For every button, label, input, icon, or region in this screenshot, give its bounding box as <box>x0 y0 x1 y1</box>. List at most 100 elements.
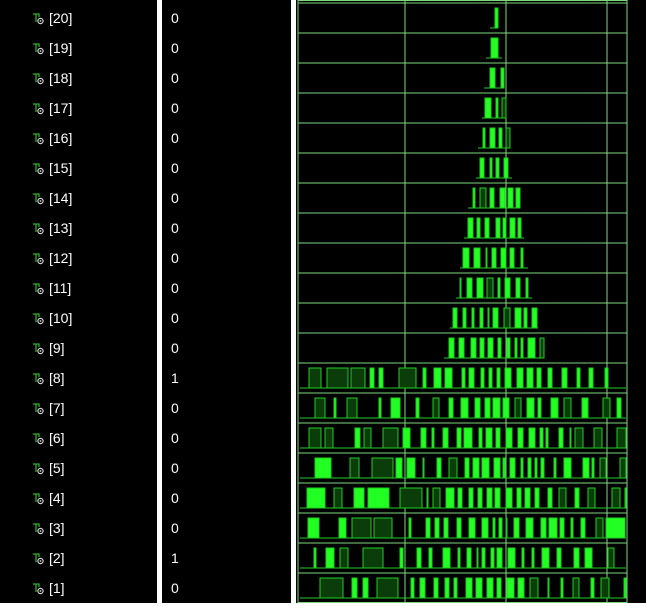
signal-value-row: 0 <box>162 33 179 63</box>
waveform-canvas[interactable] <box>296 0 628 603</box>
signal-pulse <box>442 547 451 569</box>
signal-row[interactable]: [12] <box>0 243 72 273</box>
signal-pulse <box>547 367 553 389</box>
signal-row[interactable]: [14] <box>0 183 72 213</box>
signal-name: [10] <box>49 310 73 326</box>
signal-pulse <box>502 397 510 419</box>
signal-pulse <box>484 217 490 239</box>
signal-name: [6] <box>49 430 65 446</box>
signal-name: [12] <box>49 250 73 266</box>
wire-signal-icon <box>32 11 46 25</box>
wire-signal-icon <box>32 281 46 295</box>
signal-value-row: 0 <box>162 333 179 363</box>
signal-value-row: 0 <box>162 153 179 183</box>
signal-pulse <box>558 427 564 449</box>
signal-pulse <box>319 577 344 599</box>
signal-value: 0 <box>171 400 179 416</box>
wire-signal-icon <box>32 521 46 535</box>
signal-name: [16] <box>49 130 73 146</box>
signal-values-panel: 0 0 0 0 0 0 0 0 0 0 0 0 1 0 0 0 0 0 1 0 <box>162 0 291 603</box>
wire-signal-icon <box>32 341 46 355</box>
signal-pulse <box>531 547 535 569</box>
signal-pulse <box>502 217 507 239</box>
signal-value: 0 <box>171 70 179 86</box>
signal-row[interactable]: [7] <box>0 393 65 423</box>
signal-pulse <box>314 457 332 479</box>
signal-pulse <box>314 397 326 419</box>
signal-pulse <box>479 307 484 329</box>
signal-value-row: 0 <box>162 213 179 243</box>
signal-row[interactable]: [8] <box>0 363 65 393</box>
wire-signal-icon <box>32 311 46 325</box>
signal-value: 0 <box>171 160 179 176</box>
signal-pulse <box>475 577 483 599</box>
signal-value-row: 0 <box>162 513 179 543</box>
wire-signal-icon <box>32 551 46 565</box>
signal-pulse <box>572 577 580 599</box>
signal-value: 0 <box>171 310 179 326</box>
signal-name: [4] <box>49 490 65 506</box>
signal-row[interactable]: [6] <box>0 423 65 453</box>
signal-pulse <box>494 487 501 509</box>
signal-pulse <box>382 427 399 449</box>
signal-pulse <box>547 577 550 599</box>
signal-row[interactable]: [11] <box>0 273 71 303</box>
signal-row[interactable]: [2] <box>0 543 65 573</box>
signal-pulse <box>422 367 427 389</box>
signal-value-row: 0 <box>162 93 179 123</box>
signal-pulse <box>516 487 522 509</box>
signal-pulse <box>308 427 322 449</box>
signal-pulse <box>534 457 538 479</box>
wire-signal-icon <box>32 251 46 265</box>
signal-pulse <box>563 457 572 479</box>
signal-pulse <box>495 217 501 239</box>
signal-value: 0 <box>171 250 179 266</box>
signal-pulse <box>503 307 511 329</box>
signal-pulse <box>485 247 488 269</box>
signal-pulse <box>486 487 493 509</box>
signal-pulse <box>495 427 501 449</box>
signal-pulse <box>350 367 366 389</box>
signal-pulse <box>395 457 403 479</box>
signal-pulse <box>574 487 580 509</box>
signal-name: [19] <box>49 40 73 56</box>
signal-row[interactable]: [9] <box>0 333 65 363</box>
signal-row[interactable]: [20] <box>0 3 72 33</box>
signal-pulse <box>498 517 503 539</box>
signal-pulse <box>448 457 458 479</box>
signal-pulse <box>482 127 486 149</box>
signal-pulse <box>362 547 384 569</box>
signal-row[interactable]: [10] <box>0 303 72 333</box>
signal-row[interactable]: [13] <box>0 213 72 243</box>
signal-pulse <box>591 457 595 479</box>
signal-pulse <box>402 427 411 449</box>
signal-pulse <box>576 367 581 389</box>
signal-pulse <box>472 187 476 209</box>
signal-row[interactable]: [1] <box>0 573 65 603</box>
signal-pulse <box>504 367 512 389</box>
signal-pulse <box>448 337 455 359</box>
signal-pulse <box>473 247 481 269</box>
waveform-panel[interactable] <box>296 0 646 603</box>
signal-pulse <box>514 337 518 359</box>
signal-pulse <box>560 577 564 599</box>
signal-pulse <box>624 487 627 509</box>
signal-row[interactable]: [3] <box>0 513 65 543</box>
signal-pulse <box>602 397 611 419</box>
signal-pulse <box>426 487 429 509</box>
signal-row[interactable]: [5] <box>0 453 65 483</box>
signal-row[interactable]: [19] <box>0 33 72 63</box>
signal-row[interactable]: [15] <box>0 153 72 183</box>
signal-pulse <box>605 517 626 539</box>
signal-row[interactable]: [16] <box>0 123 72 153</box>
signal-pulse <box>422 457 425 479</box>
signal-pulse <box>339 547 349 569</box>
signal-row[interactable]: [17] <box>0 93 72 123</box>
signal-row[interactable]: [4] <box>0 483 65 513</box>
signal-pulse <box>444 367 453 389</box>
signal-pulse <box>548 517 558 539</box>
signal-pulse <box>545 427 549 449</box>
signal-pulse <box>616 427 627 449</box>
signal-value: 0 <box>171 130 179 146</box>
signal-row[interactable]: [18] <box>0 63 72 93</box>
